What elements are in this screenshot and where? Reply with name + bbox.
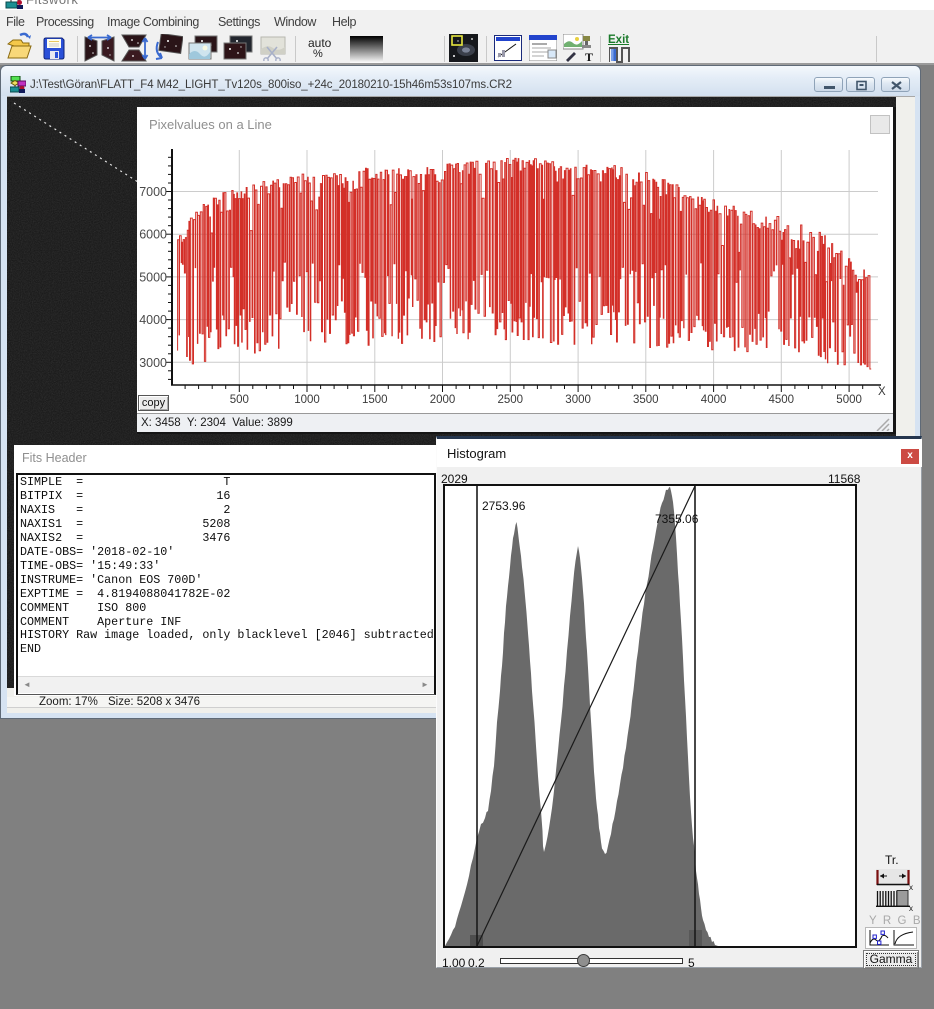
svg-text:2500: 2500 [498, 394, 524, 406]
svg-text:X: X [878, 386, 886, 398]
svg-text:6000: 6000 [139, 228, 167, 242]
svg-text:1000: 1000 [294, 394, 320, 406]
svg-text:3500: 3500 [633, 394, 659, 406]
svg-text:5000: 5000 [139, 270, 167, 284]
svg-text:3000: 3000 [565, 394, 591, 406]
svg-text:4000: 4000 [139, 313, 167, 327]
svg-text:4500: 4500 [769, 394, 795, 406]
svg-text:1500: 1500 [362, 394, 388, 406]
svg-text:T: T [585, 50, 593, 63]
svg-text:4000: 4000 [701, 394, 727, 406]
svg-text:5000: 5000 [836, 394, 862, 406]
svg-text:3000: 3000 [139, 356, 167, 370]
svg-text:7000: 7000 [139, 185, 167, 199]
svg-text:2000: 2000 [430, 394, 456, 406]
svg-text:500: 500 [230, 394, 249, 406]
